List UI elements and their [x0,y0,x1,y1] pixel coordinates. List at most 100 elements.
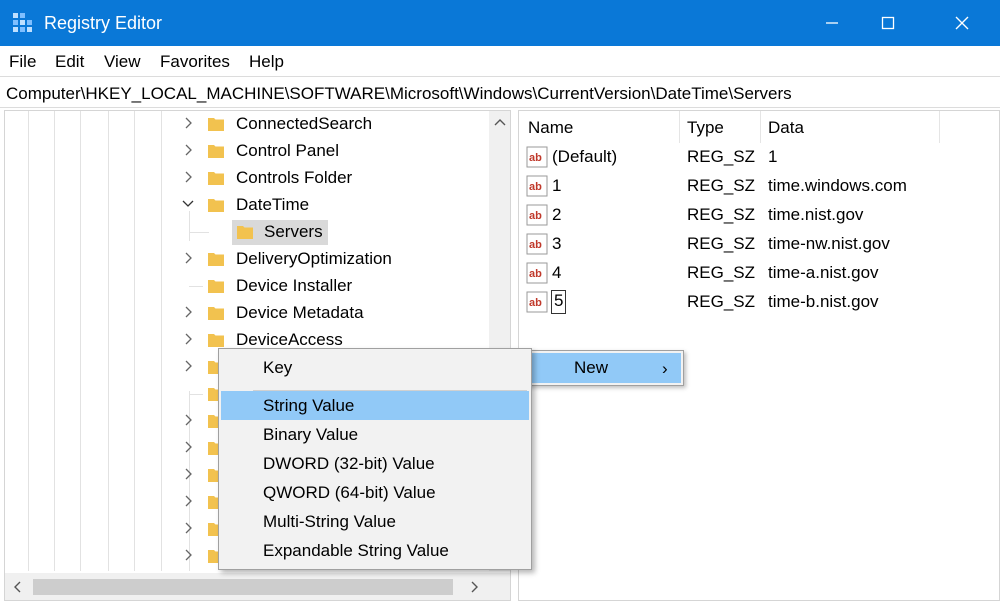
value-type: REG_SZ [687,205,756,224]
menu-bar: File Edit View Favorites Help [0,46,1000,76]
column-header-type[interactable]: Type [687,118,724,138]
value-type: REG_SZ [687,292,756,311]
tree-item-label: Device Metadata [236,303,364,322]
tree-item-label: Control Panel [236,141,340,160]
maximize-icon [881,16,895,30]
string-value-icon: ab [526,291,548,313]
chevron-right-icon[interactable] [183,250,195,266]
value-name-rename-field[interactable]: 5 [551,290,567,314]
tree-item-servers[interactable]: Servers [5,219,485,246]
chevron-right-icon[interactable] [183,547,195,563]
value-data: 1 [768,147,778,166]
submenu-item-label: DWORD (32-bit) Value [263,454,435,473]
tree-connector [189,394,203,395]
folder-icon [208,118,224,131]
menu-file[interactable]: File [9,52,36,72]
tree-item-device-installer[interactable]: Device Installer [5,273,485,300]
submenu-item-key[interactable]: Key [221,353,529,382]
title-bar: Registry Editor [0,0,1000,46]
submenu-item-dword-value[interactable]: DWORD (32-bit) Value [221,449,529,478]
column-separator[interactable] [679,111,680,143]
column-header-name[interactable]: Name [528,118,573,138]
svg-text:ab: ab [529,181,542,193]
folder-icon [208,253,224,266]
value-type: REG_SZ [687,147,756,166]
value-name: 4 [552,263,562,282]
submenu-item-label: Binary Value [263,425,359,444]
column-header-data[interactable]: Data [768,118,804,138]
new-submenu: Key String Value Binary Value DWORD (32-… [218,348,532,570]
chevron-right-icon[interactable] [183,466,195,482]
chevron-right-icon[interactable] [183,439,195,455]
tree-item-label: DateTime [236,195,310,214]
tree-item-label: Servers [264,222,323,241]
close-button[interactable] [938,0,986,46]
submenu-item-qword-value[interactable]: QWORD (64-bit) Value [221,478,529,507]
submenu-item-label: Key [263,358,293,377]
folder-icon [208,199,224,212]
values-header: Name Type Data [519,111,999,143]
chevron-right-icon[interactable] [183,115,195,131]
scroll-left-arrow-icon[interactable] [11,579,23,595]
table-row[interactable]: ab 4 REG_SZ time-a.nist.gov [519,259,999,288]
menu-help[interactable]: Help [249,52,284,72]
tree-horizontal-scrollbar[interactable] [5,573,510,600]
chevron-right-icon[interactable] [183,358,195,374]
tree-item-device-metadata[interactable]: Device Metadata [5,300,485,327]
table-row[interactable]: ab (Default) REG_SZ 1 [519,143,999,172]
scrollbar-thumb[interactable] [33,579,453,595]
chevron-right-icon[interactable] [183,142,195,158]
submenu-item-label: String Value [263,396,355,415]
maximize-button[interactable] [864,0,912,46]
chevron-right-icon[interactable] [183,331,195,347]
chevron-down-icon[interactable] [182,196,194,212]
submenu-item-binary-value[interactable]: Binary Value [221,420,529,449]
value-data: time.nist.gov [768,205,864,224]
submenu-item-string-value[interactable]: String Value [221,391,529,420]
tree-item-label: DeviceAccess [236,330,343,349]
value-name: 2 [552,205,562,224]
chevron-right-icon[interactable] [183,493,195,509]
tree-item-label: ConnectedSearch [236,114,373,133]
value-name: (Default) [552,147,618,166]
table-row[interactable]: ab 3 REG_SZ time-nw.nist.gov [519,230,999,259]
value-name: 1 [552,176,562,195]
table-row[interactable]: ab 1 REG_SZ time.windows.com [519,172,999,201]
value-data: time-b.nist.gov [768,292,879,311]
table-row[interactable]: ab 2 REG_SZ time.nist.gov [519,201,999,230]
menu-edit[interactable]: Edit [55,52,84,72]
menu-favorites[interactable]: Favorites [160,52,230,72]
tree-item-datetime[interactable]: DateTime [5,192,485,219]
minimize-button[interactable] [808,0,856,46]
folder-icon [208,334,224,347]
close-icon [955,16,969,30]
address-path[interactable]: Computer\HKEY_LOCAL_MACHINE\SOFTWARE\Mic… [6,84,792,104]
value-data: time-nw.nist.gov [768,234,890,253]
column-separator[interactable] [939,111,940,143]
value-type: REG_SZ [687,263,756,282]
scroll-right-arrow-icon[interactable] [469,579,481,595]
chevron-right-icon[interactable] [183,520,195,536]
svg-text:ab: ab [529,210,542,222]
submenu-item-multi-string-value[interactable]: Multi-String Value [221,507,529,536]
registry-icon [13,13,32,32]
address-bar[interactable]: Computer\HKEY_LOCAL_MACHINE\SOFTWARE\Mic… [0,76,1000,108]
submenu-item-label: Multi-String Value [263,512,396,531]
value-type: REG_SZ [687,234,756,253]
chevron-right-icon[interactable] [183,412,195,428]
tree-item-controls-folder[interactable]: Controls Folder [5,165,485,192]
tree-item-label: DeliveryOptimization [236,249,392,268]
chevron-right-icon[interactable] [183,169,195,185]
table-row[interactable]: ab 5 REG_SZ time-b.nist.gov [519,288,999,317]
chevron-right-icon[interactable] [183,304,195,320]
tree-item-connectedsearch[interactable]: ConnectedSearch [5,111,485,138]
svg-text:ab: ab [529,297,542,309]
tree-item-control-panel[interactable]: Control Panel [5,138,485,165]
column-separator[interactable] [760,111,761,143]
submenu-item-expandable-string-value[interactable]: Expandable String Value [221,536,529,565]
tree-item-deliveryoptimization[interactable]: DeliveryOptimization [5,246,485,273]
menu-view[interactable]: View [104,52,141,72]
scroll-up-arrow-icon[interactable] [492,116,508,128]
svg-text:ab: ab [529,268,542,280]
tree-connector [189,232,209,233]
